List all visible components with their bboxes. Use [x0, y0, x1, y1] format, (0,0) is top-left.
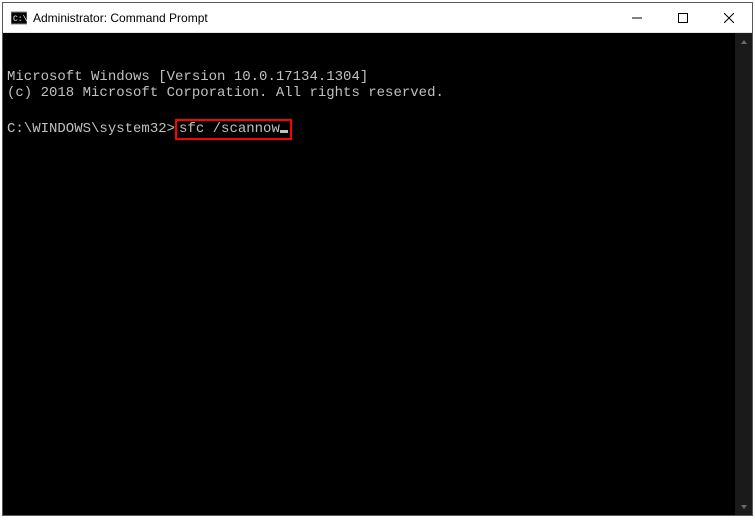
titlebar[interactable]: C:\ Administrator: Command Prompt [3, 3, 752, 33]
command-prompt-window: C:\ Administrator: Command Prompt Micros… [2, 2, 753, 516]
cmd-icon: C:\ [11, 10, 27, 26]
command-highlight: sfc /scannow [175, 119, 292, 140]
window-controls [614, 3, 752, 32]
minimize-button[interactable] [614, 3, 660, 32]
close-button[interactable] [706, 3, 752, 32]
scroll-down-icon[interactable] [735, 498, 752, 515]
maximize-button[interactable] [660, 3, 706, 32]
terminal-line: Microsoft Windows [Version 10.0.17134.13… [7, 69, 368, 85]
cursor [280, 130, 288, 133]
typed-command: sfc /scannow [179, 121, 280, 137]
terminal-content: Microsoft Windows [Version 10.0.17134.13… [7, 69, 731, 140]
terminal-line: (c) 2018 Microsoft Corporation. All righ… [7, 85, 444, 101]
scroll-up-icon[interactable] [735, 33, 752, 50]
terminal[interactable]: Microsoft Windows [Version 10.0.17134.13… [3, 33, 752, 515]
scroll-track[interactable] [735, 50, 752, 498]
vertical-scrollbar[interactable] [735, 33, 752, 515]
window-title: Administrator: Command Prompt [33, 11, 614, 25]
prompt-path: C:\WINDOWS\system32> [7, 121, 175, 137]
svg-text:C:\: C:\ [13, 15, 27, 24]
